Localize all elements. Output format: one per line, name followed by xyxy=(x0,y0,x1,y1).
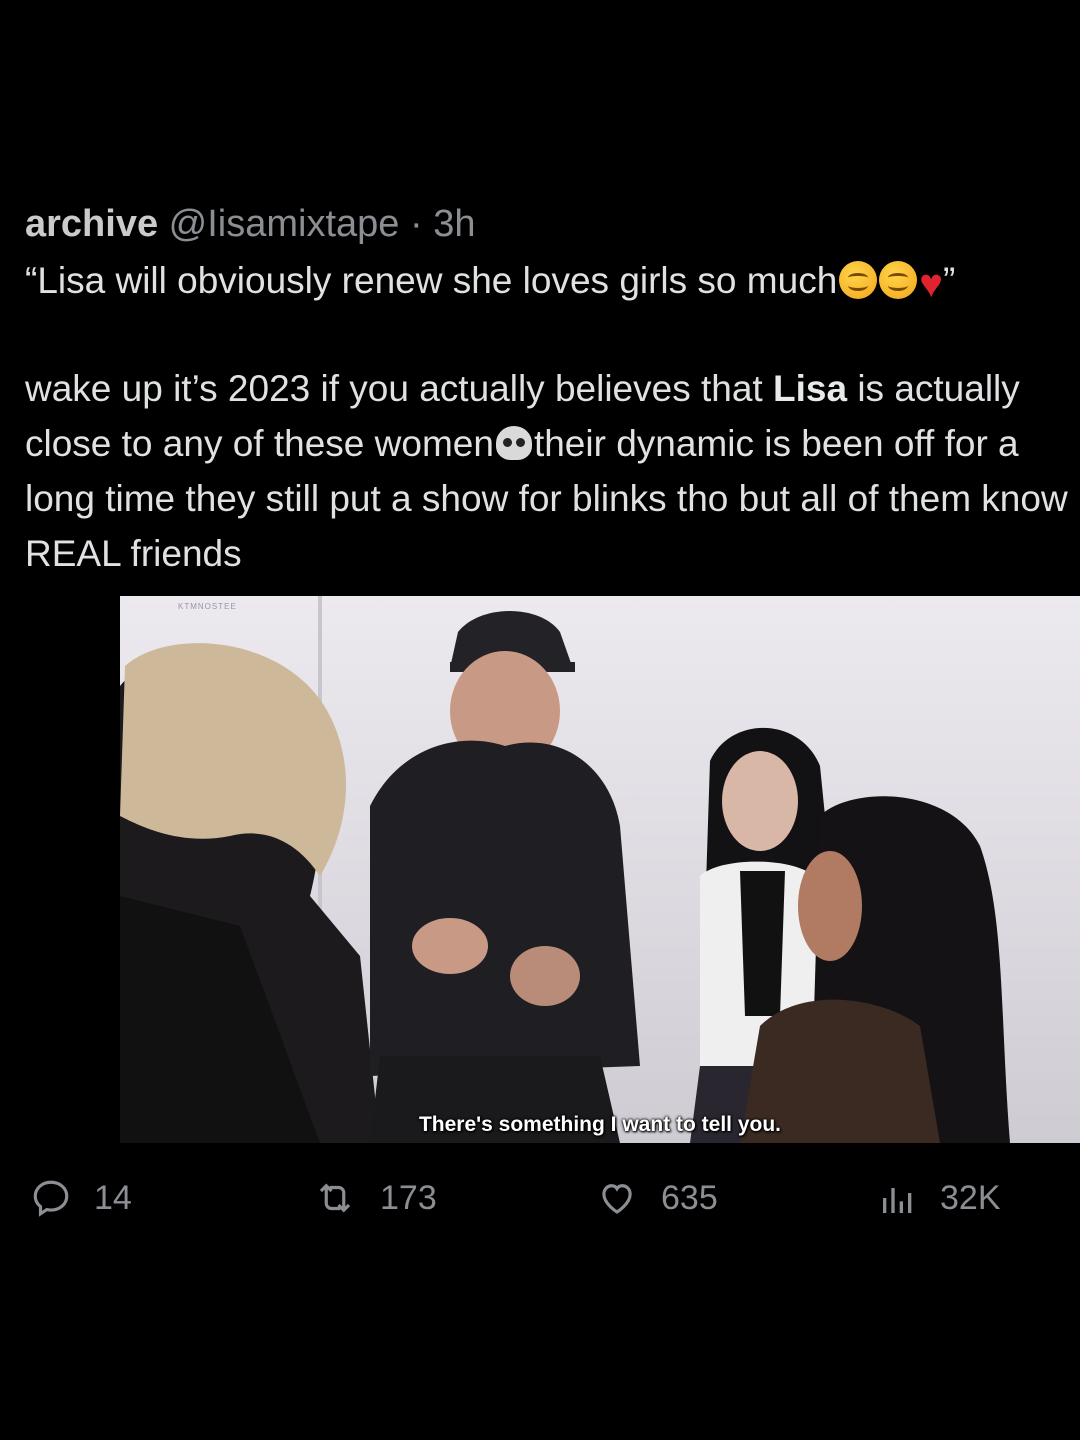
action-bar: 14 173 635 32K xyxy=(0,1170,1080,1230)
quote-end: ” xyxy=(943,260,956,301)
timestamp[interactable]: 3h xyxy=(433,203,475,245)
reply-icon xyxy=(30,1177,72,1219)
like-count: 635 xyxy=(661,1178,718,1217)
skull-emoji xyxy=(495,426,532,460)
views-button[interactable]: 32K xyxy=(878,1170,1001,1226)
body-line-1: wake up it’s 2023 if you actually believ… xyxy=(25,368,1020,409)
smiling-face-emoji xyxy=(839,261,878,299)
views-count: 32K xyxy=(940,1178,1001,1217)
display-name[interactable]: archive xyxy=(25,203,158,245)
smiling-face-emoji xyxy=(879,261,918,299)
quote-text: “Lisa will obviously renew she loves gir… xyxy=(25,260,838,301)
reply-button[interactable]: 14 xyxy=(30,1170,132,1226)
retweet-count: 173 xyxy=(380,1178,437,1217)
separator: · xyxy=(409,203,423,245)
body-line-4: REAL friends xyxy=(25,533,242,574)
video-media[interactable]: KTMNOSTEE There's something I want to te… xyxy=(120,596,1080,1143)
reply-count: 14 xyxy=(94,1178,132,1217)
body-line-2: close to any of these women their dynamic… xyxy=(25,423,1019,464)
like-button[interactable]: 635 xyxy=(595,1170,718,1226)
handle[interactable]: @Iisamixtape xyxy=(169,203,400,245)
red-heart-emoji: ♥ xyxy=(919,262,944,306)
video-frame xyxy=(120,611,1010,1143)
retweet-icon xyxy=(312,1177,358,1219)
quoted-text: “Lisa will obviously renew she loves gir… xyxy=(25,254,1080,311)
views-icon xyxy=(878,1177,918,1219)
tweet: archive @Iisamixtape · 3h “Lisa will obv… xyxy=(25,198,1080,581)
like-icon xyxy=(595,1177,639,1219)
video-subtitle: There's something I want to tell you. xyxy=(418,1113,782,1136)
tweet-body: wake up it’s 2023 if you actually believ… xyxy=(25,361,1080,581)
retweet-button[interactable]: 173 xyxy=(312,1170,437,1226)
body-line-3: long time they still put a show for blin… xyxy=(25,478,1068,519)
tweet-header: archive @Iisamixtape · 3h xyxy=(25,198,1080,250)
